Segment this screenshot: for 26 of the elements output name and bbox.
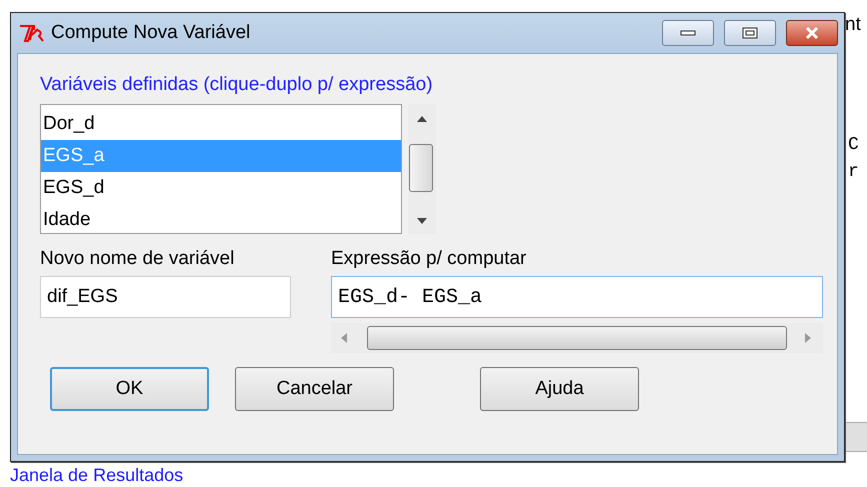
dialog-button[interactable]: Cancelar	[235, 367, 394, 411]
close-icon	[804, 26, 820, 40]
close-button[interactable]	[786, 20, 838, 46]
list-label: Variáveis definidas (clique-duplo p/ expressão)	[40, 74, 434, 96]
minimize-button[interactable]	[662, 20, 714, 46]
maximize-button[interactable]	[724, 20, 776, 46]
background-text: C	[848, 134, 859, 157]
variable-item[interactable]: Dor_d	[41, 108, 401, 140]
field-label: Novo nome de variável	[40, 248, 236, 270]
dialog-button[interactable]: OK	[50, 367, 209, 411]
variable-item[interactable]: Idade	[41, 204, 401, 236]
variable-item[interactable]: EGS_d	[41, 172, 401, 204]
scroll-down-icon[interactable]	[417, 218, 427, 224]
tk-logo-icon	[19, 23, 45, 43]
dialog-button[interactable]: Ajuda	[480, 367, 639, 411]
background-scrollbar	[845, 422, 867, 452]
vertical-scrollbar[interactable]	[408, 104, 436, 234]
maximize-icon	[742, 27, 758, 39]
expression-field[interactable]: EGS_d- EGS_a	[331, 276, 823, 318]
field-label: Expressão p/ computar	[331, 248, 528, 270]
results-window-label: Janela de Resultados	[10, 464, 184, 486]
minimize-icon	[680, 30, 696, 36]
window-title: Compute Nova Variável	[51, 22, 252, 44]
scroll-up-icon[interactable]	[417, 116, 427, 122]
background-text: r	[848, 161, 859, 184]
name-field[interactable]: dif_EGS	[40, 276, 291, 318]
